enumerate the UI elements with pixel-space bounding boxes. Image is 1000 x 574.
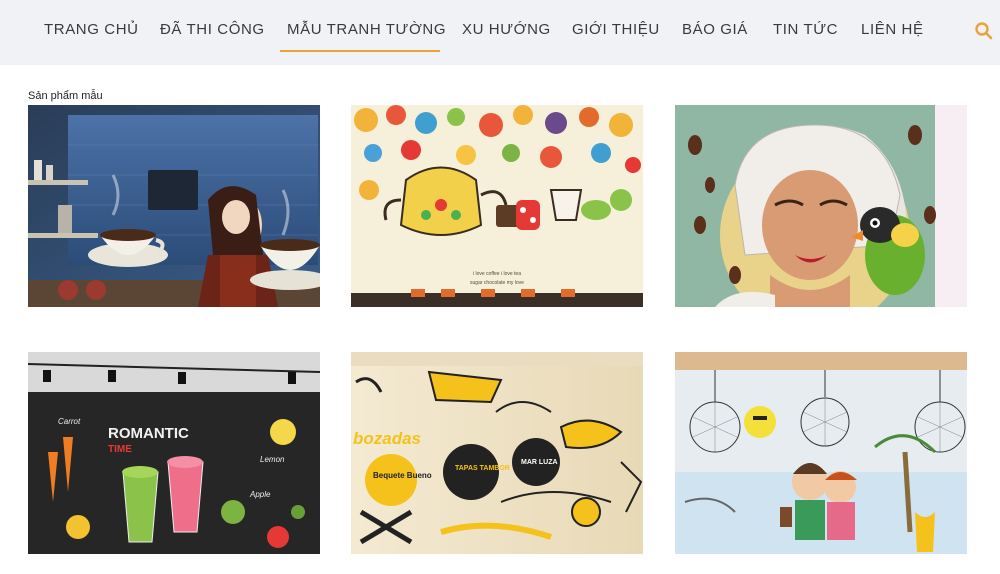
text-bequete-bueno: Bequete Bueno (373, 471, 432, 480)
nav-item-tin-tuc[interactable]: TIN TỨC (773, 21, 838, 38)
nav-item-trang-chu[interactable]: TRANG CHỦ (44, 21, 139, 38)
text-mar-luza: MAR LUZA (521, 459, 558, 466)
nav-item-lien-he[interactable]: LIÊN HỆ (861, 21, 924, 38)
nav-item-gioi-thieu[interactable]: GIỚI THIỆU (572, 21, 660, 38)
nav-item-bao-gia[interactable]: BÁO GIÁ (682, 21, 748, 38)
nav-item-mau-tranh-tuong[interactable]: MẪU TRANH TƯỜNG (287, 21, 446, 38)
product-card-woman-parrot[interactable] (675, 105, 967, 307)
caption-line-2: sugar chocolate my love (470, 280, 524, 286)
coffee-waitress-image (28, 105, 320, 307)
label-carrot: Carrot (58, 417, 81, 426)
nav-item-xu-huong[interactable]: XU HƯỚNG (462, 21, 551, 38)
product-card-romantic-time[interactable]: ROMANTIC TIME Carrot Lemon Apple (28, 352, 320, 554)
text-bozadas: bozadas (353, 429, 421, 448)
search-icon[interactable] (974, 21, 994, 41)
subline-time: TIME (108, 444, 132, 455)
text-tapas: TAPAS TAMBOR (455, 465, 510, 472)
label-lemon: Lemon (260, 455, 285, 464)
active-tab-underline (280, 50, 440, 52)
tapas-wall-image: bozadas Bequete Bueno TAPAS TAMBOR MAR L… (351, 352, 643, 554)
product-card-coffee-waitress[interactable] (28, 105, 320, 307)
romantic-time-image: ROMANTIC TIME Carrot Lemon Apple (28, 352, 320, 554)
beach-cartoon-image (675, 352, 967, 554)
headline-romantic: ROMANTIC (108, 425, 189, 442)
product-card-beach-cartoon[interactable] (675, 352, 967, 554)
label-apple: Apple (249, 490, 271, 499)
top-navigation-bar: TRANG CHỦ ĐÃ THI CÔNG MẪU TRANH TƯỜNG XU… (0, 0, 1000, 65)
product-card-teapot-doodle[interactable]: i love coffee i love tea sugar chocolate… (351, 105, 643, 307)
teapot-doodle-image: i love coffee i love tea sugar chocolate… (351, 105, 643, 307)
woman-parrot-image (675, 105, 967, 307)
caption-line-1: i love coffee i love tea (473, 271, 521, 277)
section-label: Sản phẩm mẫu (28, 90, 103, 102)
nav-item-da-thi-cong[interactable]: ĐÃ THI CÔNG (160, 21, 265, 38)
product-card-tapas-wall[interactable]: bozadas Bequete Bueno TAPAS TAMBOR MAR L… (351, 352, 643, 554)
